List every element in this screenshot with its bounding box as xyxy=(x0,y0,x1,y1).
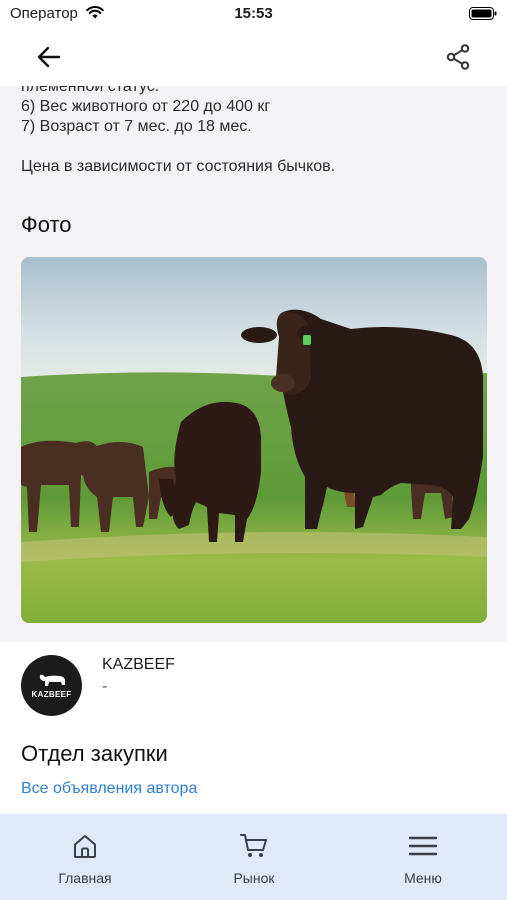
tab-bar: Главная Рынок Меню xyxy=(0,814,507,900)
arrow-left-icon xyxy=(37,46,61,68)
avatar[interactable]: KAZBEEF xyxy=(21,655,82,716)
tab-menu[interactable]: Меню xyxy=(358,814,488,900)
department-title: Отдел закупки xyxy=(21,741,168,766)
all-author-listings-link[interactable]: Все объявления автора xyxy=(21,780,197,798)
description-line: племенной статус. xyxy=(21,86,160,95)
menu-icon xyxy=(408,836,438,856)
share-icon xyxy=(446,44,470,70)
status-bar: Оператор 15:53 xyxy=(0,0,507,28)
back-button[interactable] xyxy=(30,40,68,74)
listing-photo[interactable] xyxy=(21,257,487,623)
author-name[interactable]: KAZBEEF xyxy=(102,656,175,674)
battery-icon xyxy=(469,7,497,20)
description-line: 7) Возраст от 7 мес. до 18 мес. xyxy=(21,118,252,135)
description-section: племенной статус. 6) Вес животного от 22… xyxy=(0,86,507,642)
bull-logo-icon xyxy=(39,674,65,686)
author-subtitle: - xyxy=(102,678,108,695)
cart-icon xyxy=(240,834,267,857)
author-section: KAZBEEF KAZBEEF - Отдел закупки Все объя… xyxy=(0,642,507,814)
clock: 15:53 xyxy=(234,5,273,22)
cattle-photo-image xyxy=(21,257,487,623)
nav-bar xyxy=(0,28,507,86)
tab-menu-label: Меню xyxy=(404,870,442,886)
photo-section-title: Фото xyxy=(21,212,72,237)
home-icon xyxy=(74,835,96,858)
tab-market-label: Рынок xyxy=(233,870,275,886)
tab-home-label: Главная xyxy=(58,870,112,886)
tab-home[interactable]: Главная xyxy=(20,814,150,900)
price-note: Цена в зависимости от состояния бычков. xyxy=(21,158,336,175)
listing-content[interactable]: племенной статус. 6) Вес животного от 22… xyxy=(0,86,507,814)
share-button[interactable] xyxy=(439,40,477,74)
avatar-brand-text: KAZBEEF xyxy=(31,690,72,699)
description-text: племенной статус. 6) Вес животного от 22… xyxy=(21,86,491,137)
description-line: 6) Вес животного от 220 до 400 кг xyxy=(21,98,271,115)
tab-market[interactable]: Рынок xyxy=(189,814,319,900)
